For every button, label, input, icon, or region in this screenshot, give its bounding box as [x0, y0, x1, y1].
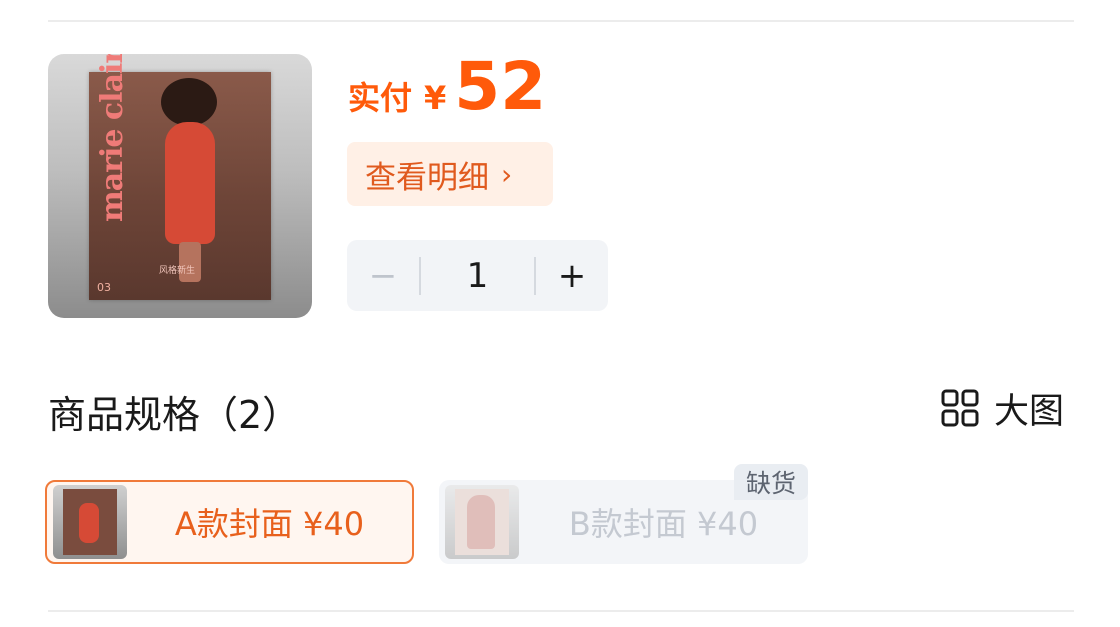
sku-selector-panel: marie claire 风格新生 03 实付 ¥ 52 查看明细 › − 1 … [0, 0, 1120, 627]
magazine-cover-icon: marie claire 风格新生 03 [89, 54, 271, 300]
chevron-right-icon: › [501, 157, 513, 191]
view-details-label: 查看明细 [365, 159, 489, 196]
option-a-thumbnail [53, 485, 127, 559]
grid-icon [941, 389, 979, 427]
view-details-button[interactable]: 查看明细 › [347, 142, 553, 206]
option-a-label: A款封面 ¥40 [174, 505, 365, 543]
price-label: 实付 [348, 79, 413, 117]
price-row: 实付 ¥ 52 [348, 54, 546, 128]
out-of-stock-badge: 缺货 [734, 464, 808, 500]
cover-subtitle: 风格新生 [159, 266, 196, 276]
quantity-value[interactable]: 1 [421, 256, 534, 296]
big-view-button[interactable]: 大图 [940, 386, 1064, 432]
cover-figure [161, 78, 217, 126]
bottom-divider [48, 610, 1074, 612]
top-divider [48, 20, 1074, 22]
cover-issue-number: 03 [97, 281, 111, 294]
option-b-thumbnail [445, 485, 519, 559]
decrease-button[interactable]: − [347, 240, 419, 311]
cover-masthead: marie claire [95, 54, 130, 222]
big-view-label: 大图 [994, 391, 1065, 432]
spec-section-title: 商品规格（2） [48, 393, 301, 437]
quantity-stepper: − 1 + [347, 240, 608, 311]
spec-option-a[interactable]: A款封面 ¥40 [45, 480, 414, 564]
option-b-label: B款封面 ¥40 [568, 505, 759, 543]
product-image[interactable]: marie claire 风格新生 03 [48, 54, 312, 318]
price-value: 52 [454, 48, 547, 125]
price-currency: ¥ [424, 79, 447, 117]
increase-button[interactable]: + [536, 240, 608, 311]
